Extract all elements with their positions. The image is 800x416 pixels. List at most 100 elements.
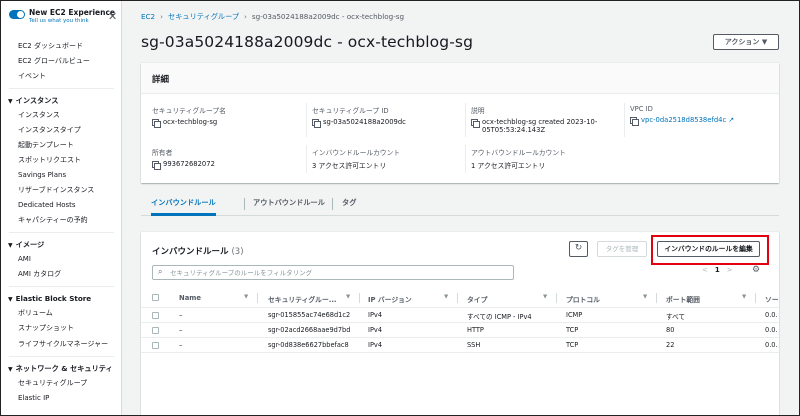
table-row[interactable]: – sgr-015855ac74e68d1c2 IPv4 すべての ICMP -…: [141, 308, 779, 323]
copy-icon[interactable]: [312, 119, 321, 128]
cell-protocol: TCP: [566, 326, 579, 334]
sidebar-item-ami[interactable]: AMI: [1, 252, 121, 267]
sidebar-item-dashboard[interactable]: EC2 ダッシュボード: [1, 39, 121, 54]
gear-icon[interactable]: ⚙: [752, 265, 760, 275]
row-checkbox[interactable]: [152, 312, 159, 319]
main-content: EC2 › セキュリティグループ › sg-03a5024188a2009dc - oc…: [122, 1, 799, 415]
tab-inbound-rules[interactable]: インバウンドルール: [151, 194, 216, 216]
refresh-button[interactable]: ↻: [569, 241, 588, 257]
sort-icon[interactable]: ▼: [543, 294, 547, 300]
cell-port-range: 80: [666, 326, 675, 334]
filter-input[interactable]: [170, 267, 500, 278]
field-sg-name: セキュリティグループ名 ocx-techblog-sg: [152, 105, 302, 128]
cell-protocol: TCP: [566, 341, 579, 349]
page-next-icon[interactable]: >: [727, 266, 733, 274]
copy-icon[interactable]: [152, 161, 161, 170]
sidebar-item-lifecycle-manager[interactable]: ライフサイクルマネージャー: [1, 336, 121, 352]
sort-icon[interactable]: ▼: [643, 294, 647, 300]
sidebar-item-spot-requests[interactable]: スポットリクエスト: [1, 153, 121, 168]
sidebar-item-elastic-ip[interactable]: Elastic IP: [1, 391, 121, 406]
column-protocol[interactable]: プロトコル: [566, 294, 600, 304]
caret-down-icon: ▼: [8, 242, 13, 249]
tab-tags[interactable]: タグ: [342, 194, 356, 216]
table-row[interactable]: – sgr-02acd2668aae9d7bd IPv4 HTTP TCP 80…: [141, 323, 779, 338]
cell-protocol: ICMP: [566, 311, 583, 319]
field-value: sg-03a5024188a2009dc: [312, 118, 462, 128]
row-checkbox[interactable]: [152, 327, 159, 334]
manage-tags-button[interactable]: タグを管理: [597, 241, 647, 257]
column-port-range[interactable]: ポート範囲: [666, 294, 700, 304]
sort-icon[interactable]: ▼: [444, 294, 448, 300]
field-label: セキュリティグループ名: [152, 107, 226, 115]
table-row[interactable]: – sgr-0d838e6627bbefac8 IPv4 SSH TCP 22 …: [141, 338, 779, 353]
breadcrumb-ec2[interactable]: EC2: [141, 12, 155, 21]
chevron-right-icon: ›: [160, 12, 164, 21]
field-label: アウトバウンドルールカウント: [471, 149, 566, 157]
description-value: ocx-techblog-sg created 2023-10- 05T05:53…: [482, 118, 597, 134]
sidebar-item-dedicated-hosts[interactable]: Dedicated Hosts: [1, 198, 121, 213]
section-label: Elastic Block Store: [15, 294, 92, 303]
sidebar-item-volumes[interactable]: ボリューム: [1, 306, 121, 321]
sort-icon[interactable]: ▼: [244, 294, 248, 300]
page-prev-icon[interactable]: <: [702, 266, 708, 274]
column-rule-id[interactable]: セキュリティグルー...: [268, 294, 337, 304]
sidebar-section-ebs[interactable]: ▼ Elastic Block Store: [1, 291, 121, 306]
field-value[interactable]: vpc-0da2518d8538efd4c ↗: [630, 116, 780, 126]
field-label: 説明: [471, 107, 485, 115]
row-checkbox[interactable]: [152, 342, 159, 349]
column-name[interactable]: Name: [179, 294, 201, 302]
actions-button[interactable]: アクション ▼: [713, 34, 779, 50]
sidebar-item-reserved-instances[interactable]: リザーブドインスタンス: [1, 183, 121, 198]
inbound-rules-heading: インバウンドルール (3): [152, 245, 244, 257]
sidebar-item-global-view[interactable]: EC2 グローバルビュー: [1, 54, 121, 69]
sidebar-item-instance-types[interactable]: インスタンスタイプ: [1, 123, 121, 138]
sidebar-item-savings-plans[interactable]: Savings Plans: [1, 168, 121, 183]
cell-type: SSH: [467, 341, 481, 349]
column-divider: [656, 293, 657, 303]
sidebar-section-network-security[interactable]: ▼ ネットワーク & セキュリティ: [1, 361, 121, 376]
copy-icon[interactable]: [630, 117, 639, 126]
column-ip-version[interactable]: IP バージョン: [368, 294, 412, 304]
column-divider: [755, 293, 756, 303]
column-divider: [556, 293, 557, 303]
page-number[interactable]: 1: [715, 266, 720, 274]
pagination: <1 >: [702, 266, 733, 274]
rule-count: (3): [231, 247, 244, 257]
breadcrumb-current: sg-03a5024188a2009dc - ocx-techblog-sg: [251, 12, 405, 21]
column-source[interactable]: ソー: [765, 294, 779, 304]
new-experience-toggle[interactable]: [9, 10, 25, 19]
sidebar-item-events[interactable]: イベント: [1, 69, 121, 84]
field-value: ocx-techblog-sg: [152, 118, 302, 128]
feedback-link[interactable]: Tell us what you think: [29, 18, 89, 24]
tab-outbound-rules[interactable]: アウトバウンドルール: [253, 194, 325, 216]
breadcrumb-security-groups[interactable]: セキュリティグループ: [168, 12, 239, 21]
sidebar-section-images[interactable]: ▼ イメージ: [1, 237, 121, 252]
cell-source: 0.0.: [765, 341, 778, 349]
column-type[interactable]: タイプ: [467, 294, 487, 304]
sidebar-item-launch-templates[interactable]: 起動テンプレート: [1, 138, 121, 153]
sg-id-value: sg-03a5024188a2009dc: [323, 118, 406, 126]
cell-rule-id: sgr-015855ac74e68d1c2: [268, 311, 351, 319]
cell-source: 0.0.: [765, 311, 778, 319]
cell-name: –: [179, 311, 183, 319]
owner-value: 993672682072: [163, 160, 215, 168]
sort-icon[interactable]: ▼: [742, 294, 746, 300]
vpc-id-link[interactable]: vpc-0da2518d8538efd4c: [641, 116, 726, 124]
sidebar-item-ami-catalog[interactable]: AMI カタログ: [1, 267, 121, 282]
close-icon[interactable]: ✕: [108, 11, 117, 22]
sidebar-item-snapshots[interactable]: スナップショット: [1, 321, 121, 336]
sidebar-item-capacity-reservations[interactable]: キャパシティーの予約: [1, 213, 121, 228]
field-outbound-count: アウトバウンドルールカウント 1 アクセス許可エントリ: [471, 147, 621, 170]
divider: [9, 356, 114, 357]
copy-icon[interactable]: [152, 119, 161, 128]
copy-icon[interactable]: [471, 119, 480, 128]
sidebar-section-instances[interactable]: ▼ インスタンス: [1, 93, 121, 108]
select-all-checkbox[interactable]: [152, 294, 159, 301]
sort-icon[interactable]: ▼: [346, 294, 350, 300]
column-divider: [359, 293, 360, 303]
toggle-knob: [17, 11, 24, 18]
sidebar-item-instances[interactable]: インスタンス: [1, 108, 121, 123]
filter-box: ⌕: [152, 265, 514, 280]
divider: [244, 198, 245, 210]
sidebar-item-security-groups[interactable]: セキュリティグループ: [1, 376, 121, 391]
